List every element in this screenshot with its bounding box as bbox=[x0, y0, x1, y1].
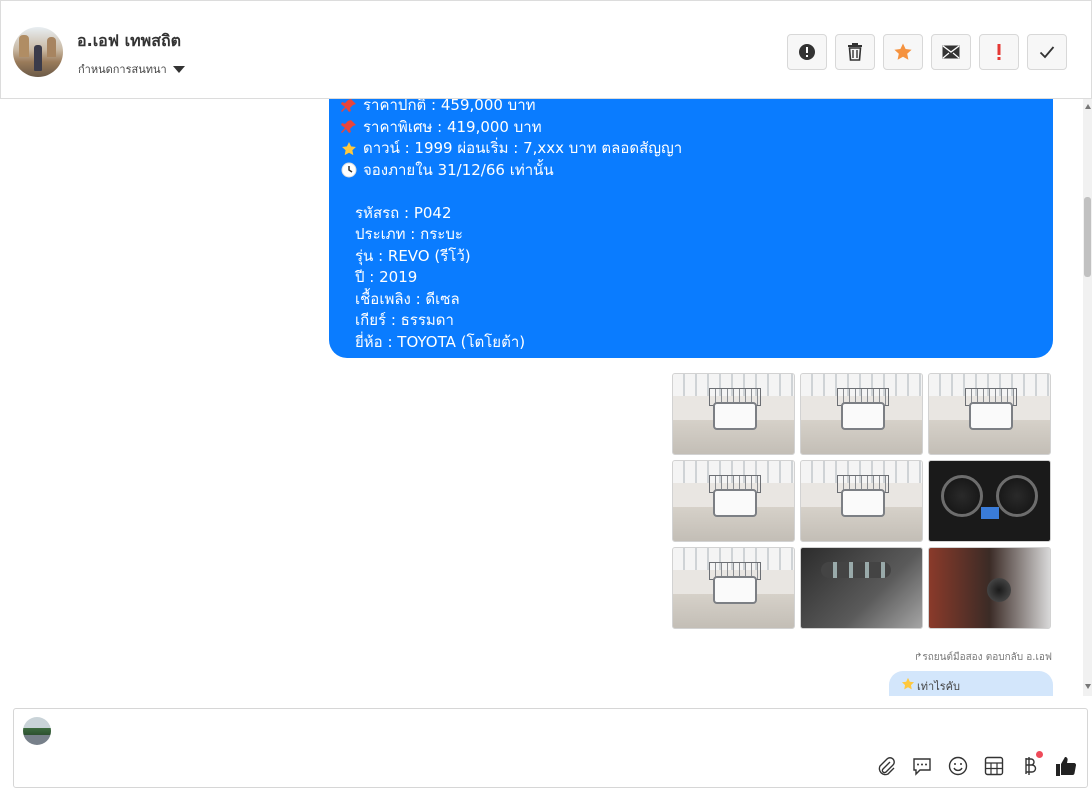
send-like-button[interactable] bbox=[1055, 755, 1077, 777]
emoji-button[interactable] bbox=[947, 755, 969, 777]
conversation-header: อ.เอฟ เทพสถิต กำหนดการสนทนา bbox=[0, 0, 1092, 99]
scrollbar-thumb[interactable] bbox=[1084, 197, 1091, 277]
car-photo[interactable] bbox=[672, 373, 795, 455]
pin-icon bbox=[341, 99, 356, 112]
check-icon bbox=[1039, 46, 1055, 59]
done-button[interactable] bbox=[1027, 34, 1067, 70]
comment-icon bbox=[913, 758, 931, 776]
emoji-icon bbox=[948, 756, 968, 776]
car-photo[interactable] bbox=[672, 460, 795, 542]
star-icon bbox=[901, 677, 915, 690]
message-line: ราคาปกติ : 459,000 บาท bbox=[341, 99, 1041, 117]
car-photo[interactable] bbox=[672, 547, 795, 629]
spec-line: ปี : 2019 bbox=[355, 268, 418, 286]
message-thread[interactable]: ราคาปกติ : 459,000 บาท ราคาพิเศษ : 419,0… bbox=[0, 99, 1092, 696]
spec-line: ยี่ห้อ : TOYOTA (โตโยต้า) bbox=[355, 332, 526, 351]
scrollbar-track[interactable] bbox=[1083, 99, 1092, 696]
photo-grid bbox=[672, 373, 1053, 629]
scroll-up-arrow-icon[interactable] bbox=[1085, 104, 1091, 109]
contact-avatar[interactable] bbox=[13, 27, 63, 77]
important-button[interactable] bbox=[979, 34, 1019, 70]
notification-dot bbox=[1036, 751, 1043, 758]
spec-line: เกียร์ : ธรรมดา bbox=[355, 311, 454, 329]
header-actions bbox=[787, 34, 1067, 70]
car-photo[interactable] bbox=[800, 373, 923, 455]
trash-icon bbox=[848, 43, 862, 61]
contact-name: อ.เอฟ เทพสถิต bbox=[77, 31, 182, 50]
composer-toolbar bbox=[875, 751, 1077, 777]
spec-line: ประเภท : กระบะ bbox=[355, 225, 463, 243]
alert-circle-icon bbox=[799, 44, 815, 60]
mail-icon bbox=[942, 45, 960, 59]
attach-button[interactable] bbox=[875, 755, 897, 777]
spec-line: เชื้อเพลิง : ดีเซล bbox=[355, 289, 460, 308]
car-photo[interactable] bbox=[928, 460, 1051, 542]
delete-button[interactable] bbox=[835, 34, 875, 70]
assign-conversation-label: กำหนดการสนทนา bbox=[78, 63, 167, 76]
spec-line: รุ่น : REVO (รีโว้) bbox=[355, 246, 471, 265]
page-avatar bbox=[23, 717, 51, 745]
reply-note: ↱รถยนต์มือสอง ตอบกลับ อ.เอฟ bbox=[913, 652, 1052, 663]
attachment-icon bbox=[878, 757, 895, 776]
star-icon bbox=[894, 43, 912, 60]
message-line: จองภายใน 31/12/66 เท่านั้น bbox=[341, 160, 1041, 182]
calculator-icon bbox=[984, 756, 1004, 776]
thumbs-up-icon bbox=[1056, 757, 1077, 776]
calculator-button[interactable] bbox=[983, 755, 1005, 777]
car-photo[interactable] bbox=[800, 547, 923, 629]
car-photo[interactable] bbox=[800, 460, 923, 542]
message-composer[interactable] bbox=[13, 708, 1088, 788]
car-photo[interactable] bbox=[928, 373, 1051, 455]
pin-icon bbox=[341, 120, 356, 134]
spec-line: รหัสรถ : P042 bbox=[355, 203, 452, 222]
report-button[interactable] bbox=[787, 34, 827, 70]
message-line: ดาวน์ : 1999 ผ่อนเริ่ม : 7,xxx บาท ตลอดส… bbox=[341, 138, 1041, 160]
scroll-down-arrow-icon[interactable] bbox=[1085, 684, 1091, 689]
exclamation-icon bbox=[997, 44, 1001, 60]
message-line: ราคาพิเศษ : 419,000 บาท bbox=[341, 117, 1041, 139]
outgoing-message-bubble[interactable]: ราคาปกติ : 459,000 บาท ราคาพิเศษ : 419,0… bbox=[329, 99, 1053, 358]
caret-down-icon bbox=[172, 65, 185, 73]
mark-unread-button[interactable] bbox=[931, 34, 971, 70]
quoted-reply-bubble[interactable]: เท่าไรคับ bbox=[889, 671, 1053, 696]
star-button[interactable] bbox=[883, 34, 923, 70]
clock-icon bbox=[341, 162, 357, 178]
saved-replies-button[interactable] bbox=[911, 755, 933, 777]
star-icon bbox=[342, 141, 356, 155]
assign-conversation-dropdown[interactable]: กำหนดการสนทนา bbox=[78, 60, 185, 78]
payment-button[interactable] bbox=[1019, 751, 1043, 777]
car-photo[interactable] bbox=[928, 547, 1051, 629]
baht-icon bbox=[1025, 757, 1037, 775]
